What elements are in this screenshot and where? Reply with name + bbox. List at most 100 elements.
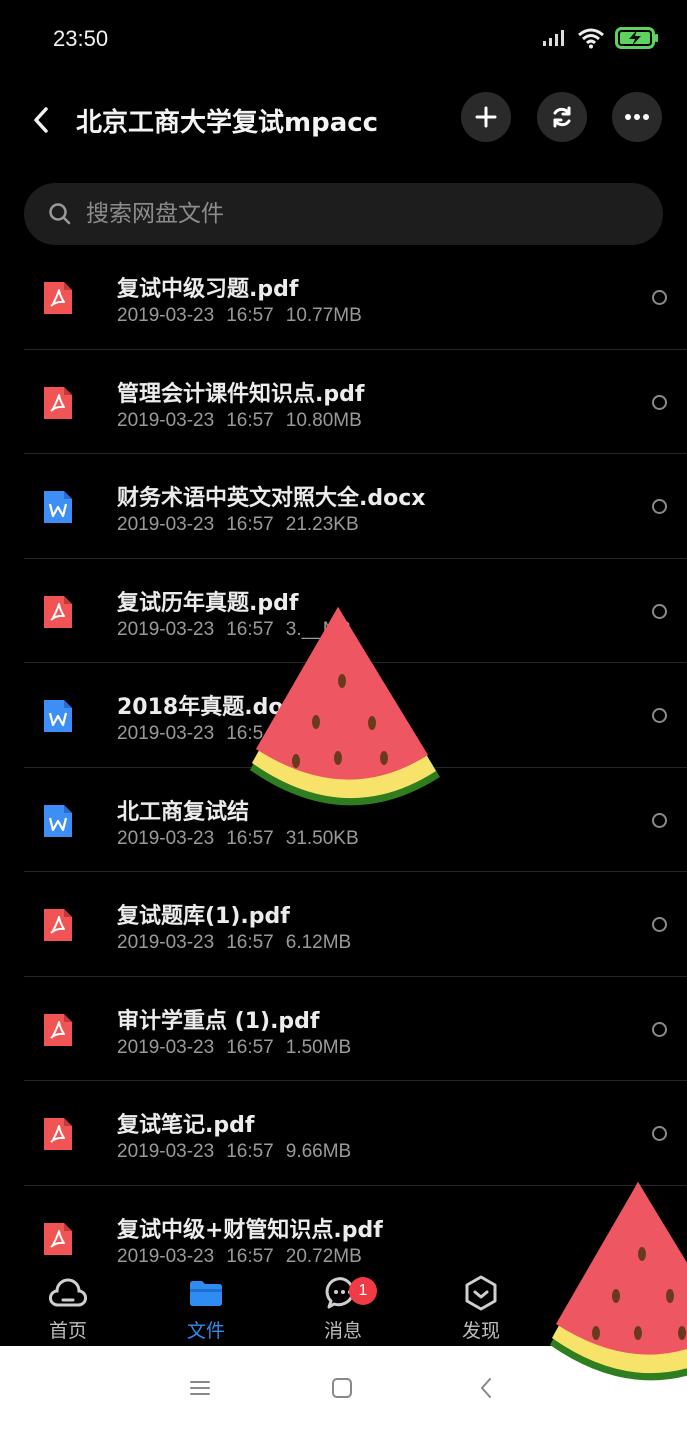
file-name: 复试中级习题.pdf bbox=[117, 277, 299, 302]
status-bar: 23:50 bbox=[0, 0, 687, 80]
select-radio[interactable] bbox=[652, 917, 667, 932]
file-date: 2019-03-23 bbox=[117, 618, 215, 640]
select-radio[interactable] bbox=[652, 1126, 667, 1141]
file-name: 复试题库(1).pdf bbox=[117, 904, 290, 929]
pdf-file-icon bbox=[42, 907, 74, 943]
file-date: 2019-03-23 bbox=[117, 1245, 215, 1263]
signal-icon bbox=[543, 30, 564, 46]
message-badge: 1 bbox=[349, 1277, 377, 1305]
status-time: 23:50 bbox=[53, 26, 109, 51]
file-date: 2019-03-23 bbox=[117, 932, 215, 953]
recent-apps-button[interactable] bbox=[186, 1374, 214, 1402]
file-date: 2019-03-23 bbox=[117, 1141, 215, 1162]
select-radio[interactable] bbox=[652, 290, 667, 305]
refresh-icon bbox=[553, 106, 571, 128]
file-date: 2019-03-23 bbox=[117, 514, 215, 535]
file-size: 1.50MB bbox=[285, 1036, 352, 1058]
pdf-file-icon bbox=[42, 1116, 74, 1152]
pdf-file-icon bbox=[42, 1012, 74, 1048]
file-time: 16:57 bbox=[226, 514, 274, 535]
file-meta: 2019-03-23 16:57 1.50MB bbox=[117, 1037, 351, 1059]
menu-icon bbox=[190, 1381, 210, 1395]
search-bar[interactable] bbox=[24, 183, 663, 245]
file-date: 2019-03-23 bbox=[117, 827, 215, 849]
word-file-icon bbox=[42, 698, 74, 734]
file-row[interactable]: 复试笔记.pdf 2019-03-23 16:57 9.66MB bbox=[24, 1081, 687, 1186]
tab-messages[interactable]: 1 消息 bbox=[293, 1272, 393, 1346]
tab-label: 发现 bbox=[461, 1320, 500, 1342]
tab-home[interactable]: 首页 bbox=[18, 1272, 118, 1346]
more-button[interactable] bbox=[612, 92, 662, 142]
file-meta: 2019-03-23 16:57 10.80MB bbox=[117, 410, 362, 432]
word-file-icon bbox=[42, 489, 74, 525]
watermelon-sticker bbox=[550, 1182, 687, 1381]
system-back-button[interactable] bbox=[472, 1374, 500, 1402]
file-meta: 2019-03-23 16:57 9.66MB bbox=[117, 1141, 351, 1163]
home-button[interactable] bbox=[328, 1374, 356, 1402]
file-time: 16:57 bbox=[226, 932, 274, 953]
file-meta: 2019-03-23 16:57 20.72MB bbox=[117, 1246, 362, 1263]
file-name: 审计学重点 (1).pdf bbox=[117, 1008, 320, 1034]
tab-label: 首页 bbox=[48, 1320, 87, 1342]
file-time: 16:57 bbox=[226, 1141, 274, 1162]
file-date: 2019-03-23 bbox=[117, 723, 215, 744]
file-time: 16:57 bbox=[226, 305, 274, 326]
select-radio[interactable] bbox=[652, 499, 667, 514]
select-radio[interactable] bbox=[652, 1021, 667, 1037]
status-icons bbox=[541, 26, 659, 50]
file-row[interactable]: 复试题库(1).pdf 2019-03-23 16:57 6.12MB bbox=[24, 872, 687, 977]
file-size: 20.72MB bbox=[285, 1245, 362, 1263]
tab-label: 消息 bbox=[323, 1320, 362, 1342]
pdf-file-icon bbox=[42, 280, 74, 316]
file-name: 财务术语中英文对照大全.docx bbox=[117, 486, 426, 511]
wifi-icon bbox=[578, 28, 604, 49]
tab-files[interactable]: 文件 bbox=[156, 1272, 256, 1346]
file-meta: 2019-03-23 16:57 6.12MB bbox=[117, 932, 351, 954]
pdf-file-icon bbox=[42, 385, 74, 421]
plus-icon bbox=[475, 106, 497, 128]
file-name: 管理会计课件知识点.pdf bbox=[117, 381, 365, 407]
square-icon bbox=[332, 1378, 352, 1398]
chevron-left-icon bbox=[481, 1378, 491, 1398]
more-icon bbox=[625, 114, 649, 120]
file-name: 复试中级+财管知识点.pdf bbox=[117, 1217, 383, 1243]
pdf-file-icon bbox=[42, 594, 74, 630]
file-date: 2019-03-23 bbox=[117, 1036, 215, 1058]
page-title: 北京工商大学复试mpacc bbox=[76, 108, 379, 138]
file-row[interactable]: 复试中级习题.pdf 2019-03-23 16:57 10.77MB bbox=[24, 245, 687, 350]
file-size: 21.23KB bbox=[285, 514, 359, 535]
app-header: 北京工商大学复试mpacc bbox=[0, 80, 687, 160]
file-size: 10.77MB bbox=[285, 305, 362, 326]
select-radio[interactable] bbox=[652, 812, 667, 828]
select-radio[interactable] bbox=[652, 603, 667, 619]
file-row[interactable]: 管理会计课件知识点.pdf 2019-03-23 16:57 10.80MB bbox=[24, 350, 687, 454]
file-time: 16:57 bbox=[226, 1036, 274, 1058]
watermelon-sticker bbox=[250, 607, 440, 806]
file-row[interactable]: 财务术语中英文对照大全.docx 2019-03-23 16:57 21.23KB bbox=[24, 454, 687, 559]
file-meta: 2019-03-23 16:57 21.23KB bbox=[117, 514, 359, 536]
file-size: 9.66MB bbox=[285, 1141, 352, 1162]
refresh-button[interactable] bbox=[537, 92, 587, 142]
file-row[interactable]: 审计学重点 (1).pdf 2019-03-23 16:57 1.50MB bbox=[24, 977, 687, 1081]
add-button[interactable] bbox=[461, 92, 511, 142]
folder-icon bbox=[190, 1281, 222, 1306]
chevron-left-icon bbox=[34, 107, 48, 133]
battery-charging-icon bbox=[615, 27, 658, 49]
file-name: 北工商复试结 bbox=[117, 799, 250, 825]
discover-icon bbox=[465, 1275, 497, 1311]
search-input[interactable] bbox=[86, 201, 606, 227]
file-size: 31.50KB bbox=[285, 827, 359, 849]
cloud-icon bbox=[49, 1278, 87, 1307]
select-radio[interactable] bbox=[652, 708, 667, 723]
word-file-icon bbox=[42, 803, 74, 839]
tab-discover[interactable]: 发现 bbox=[431, 1272, 531, 1346]
pdf-file-icon bbox=[42, 1221, 74, 1257]
select-radio[interactable] bbox=[652, 394, 667, 410]
tab-label: 文件 bbox=[186, 1320, 225, 1342]
file-time: 16:57 bbox=[226, 827, 274, 849]
file-date: 2019-03-23 bbox=[117, 305, 215, 326]
file-size: 10.80MB bbox=[285, 409, 362, 431]
file-name: 复试笔记.pdf bbox=[117, 1113, 255, 1138]
back-button[interactable] bbox=[25, 100, 57, 140]
file-meta: 2019-03-23 16:57 10.77MB bbox=[117, 305, 362, 327]
